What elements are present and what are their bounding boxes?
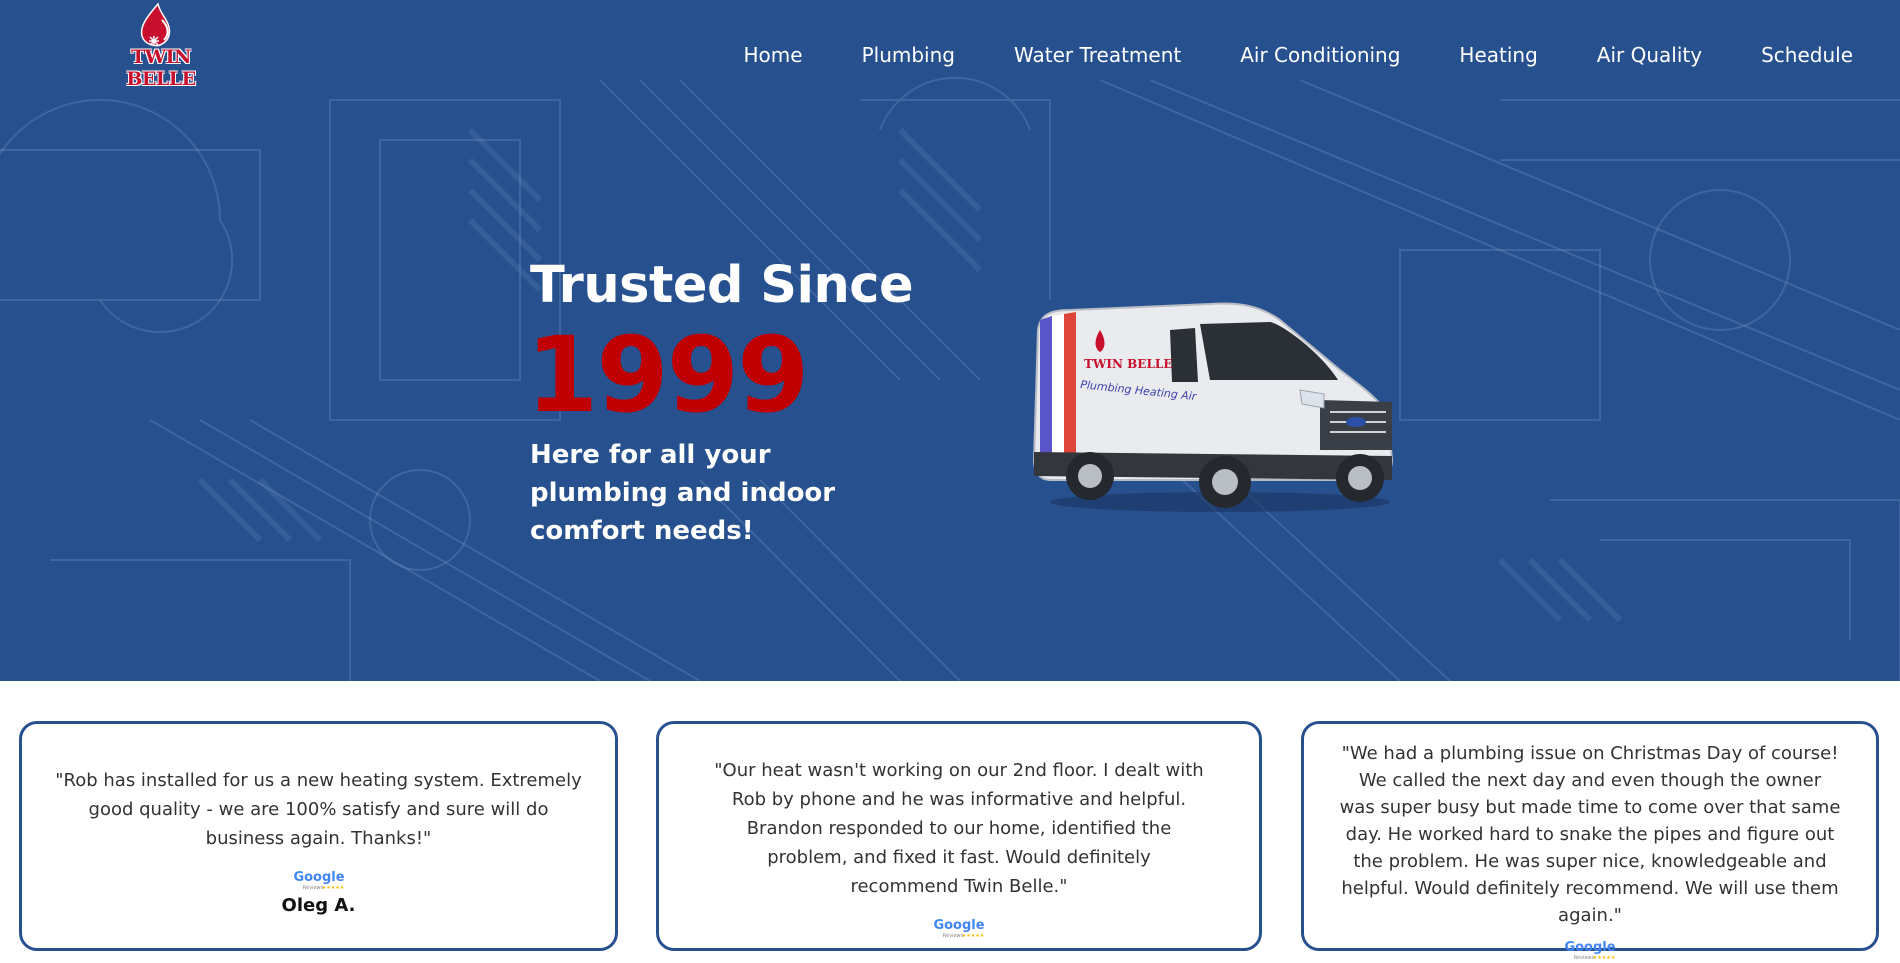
svg-text:Google: Google (933, 918, 984, 933)
nav-home[interactable]: Home (744, 43, 803, 67)
nav-schedule[interactable]: Schedule (1761, 43, 1853, 67)
nav-air-conditioning[interactable]: Air Conditioning (1240, 43, 1400, 67)
nav-air-quality[interactable]: Air Quality (1597, 43, 1702, 67)
van-logo-text: TWIN BELLE (1084, 357, 1172, 371)
nav-heating[interactable]: Heating (1459, 43, 1537, 67)
google-reviews-icon: Google Reviews ★★★★★ (933, 918, 985, 939)
google-reviews-icon: Google Reviews ★★★★★ (1564, 940, 1616, 961)
nav-water-treatment[interactable]: Water Treatment (1014, 43, 1181, 67)
svg-text:★★★★★: ★★★★★ (321, 885, 344, 891)
svg-text:Reviews: Reviews (943, 933, 964, 939)
hero-section: TWIN BELLE Home Plumbing Water Treatment… (0, 0, 1900, 681)
service-van-image: TWIN BELLE Plumbing Heating Air (1032, 302, 1394, 512)
svg-text:Reviews: Reviews (302, 885, 323, 891)
review-card: "We had a plumbing issue on Christmas Da… (1301, 721, 1879, 961)
nav-plumbing[interactable]: Plumbing (862, 43, 955, 67)
hero-year: 1999 (526, 314, 809, 436)
hero-heading: Trusted Since (530, 256, 914, 315)
svg-text:Reviews: Reviews (1574, 955, 1595, 961)
blueprint-background (0, 76, 1900, 681)
main-nav: Home Plumbing Water Treatment Air Condit… (744, 43, 1853, 67)
logo-text: TWIN BELLE (126, 46, 196, 90)
google-reviews-icon: Google Reviews ★★★★★ (293, 870, 344, 891)
review-card: "Our heat wasn't working on our 2nd floo… (656, 721, 1262, 951)
reviewer-name: Oleg A. (281, 895, 356, 916)
hero-subtitle: Here for all your plumbing and indoor co… (530, 440, 836, 546)
twin-belle-logo[interactable]: TWIN BELLE (96, 2, 226, 90)
review-quote: "Rob has installed for us a new heating … (55, 770, 582, 849)
svg-text:Google: Google (293, 870, 344, 885)
reviews-section: "Rob has installed for us a new heating … (0, 681, 1900, 961)
review-quote: "Our heat wasn't working on our 2nd floo… (714, 760, 1204, 897)
svg-text:★★★★★: ★★★★★ (962, 933, 985, 939)
review-quote: "We had a plumbing issue on Christmas Da… (1339, 743, 1841, 926)
svg-text:★★★★★: ★★★★★ (1593, 955, 1616, 961)
flame-snowflake-icon (140, 2, 171, 47)
review-card: "Rob has installed for us a new heating … (19, 721, 618, 951)
svg-text:Google: Google (1564, 940, 1615, 955)
